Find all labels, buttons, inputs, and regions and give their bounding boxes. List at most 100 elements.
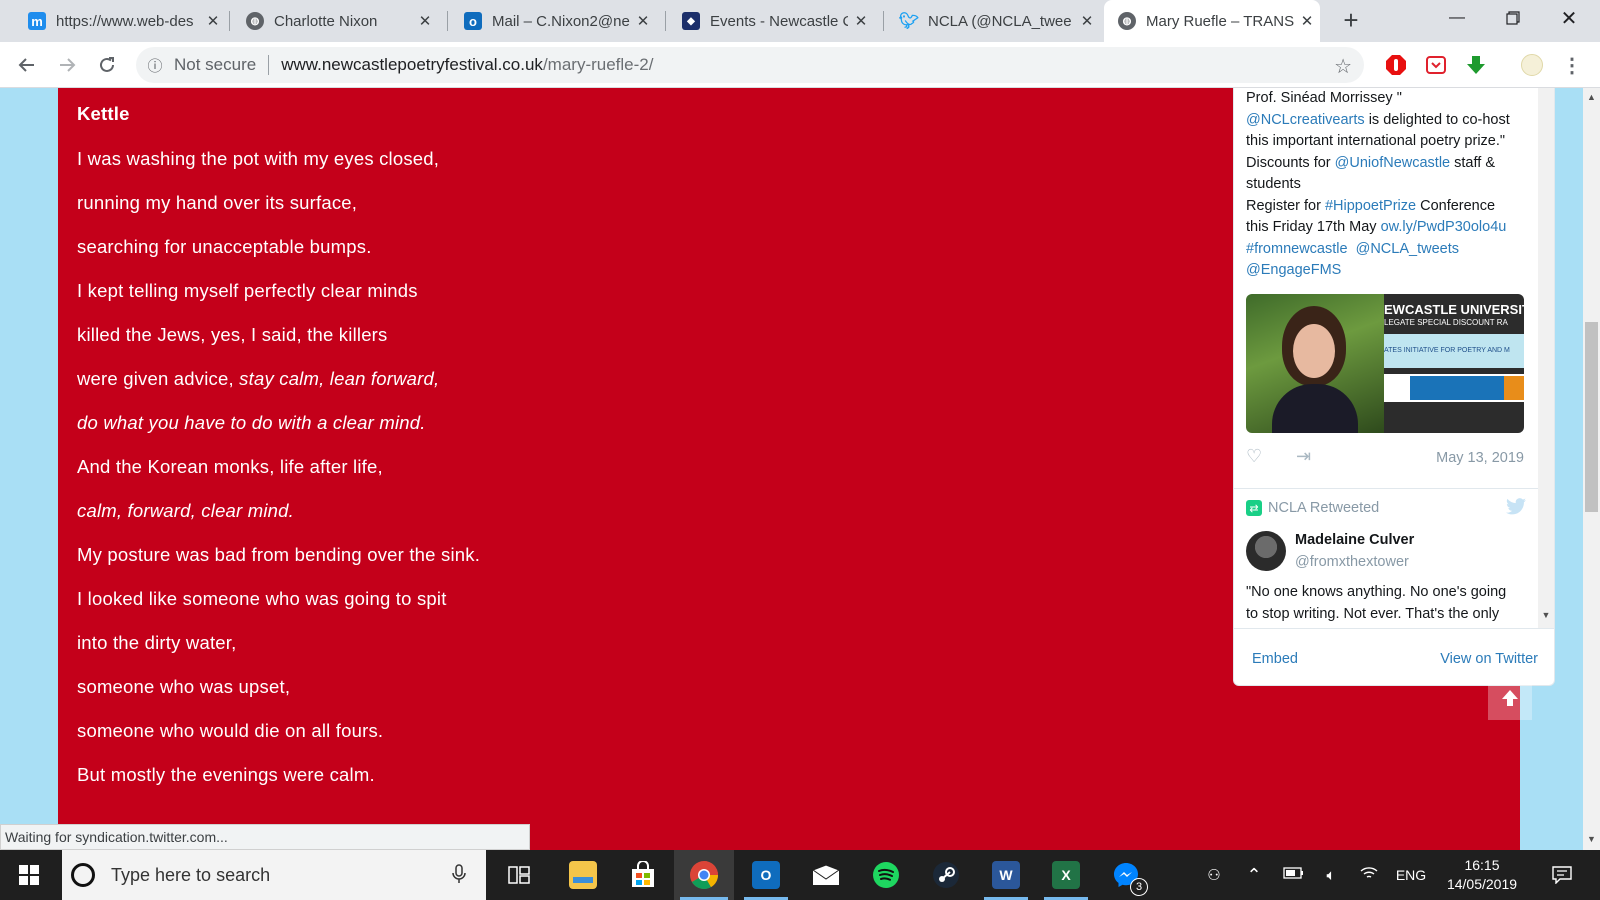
- profile-avatar[interactable]: [1520, 53, 1544, 77]
- close-tab-icon[interactable]: ✕: [200, 12, 226, 30]
- share-icon[interactable]: ⇥: [1296, 446, 1311, 467]
- poem-line: I was washing the pot with my eyes close…: [77, 148, 440, 169]
- poem-line: I kept telling myself perfectly clear mi…: [77, 280, 418, 301]
- tab-title: Mary Ruefle – TRANS: [1146, 12, 1294, 30]
- tab-title: Mail – C.Nixon2@ne: [492, 12, 630, 30]
- new-tab-button[interactable]: +: [1336, 6, 1366, 36]
- tweet-author-name[interactable]: Madelaine Culver: [1295, 532, 1414, 548]
- browser-tab[interactable]: 🐦︎ NCLA (@NCLA_twee ✕: [886, 0, 1100, 42]
- scroll-up-arrow-icon[interactable]: ▲: [1583, 92, 1600, 102]
- poem-title: Kettle: [77, 103, 130, 124]
- browser-tab[interactable]: ◆ Events - Newcastle C ✕: [668, 0, 874, 42]
- embed-link[interactable]: Embed: [1252, 651, 1298, 667]
- tweet-text: Prof. Sinéad Morrissey " @NCLcreativeart…: [1246, 90, 1510, 278]
- taskbar-search-input[interactable]: Type here to search: [62, 850, 486, 900]
- globe-icon: ◍: [246, 12, 264, 30]
- download-extension-icon[interactable]: [1464, 53, 1488, 77]
- url-link[interactable]: ow.ly/PwdP30olo4u: [1381, 219, 1507, 235]
- page-scrollbar[interactable]: ▲ ▼: [1583, 88, 1600, 850]
- reload-button[interactable]: [92, 50, 122, 80]
- close-window-button[interactable]: ✕: [1546, 0, 1592, 36]
- language-indicator[interactable]: ENG: [1388, 867, 1434, 883]
- restore-button[interactable]: [1490, 0, 1536, 36]
- pocket-extension-icon[interactable]: [1424, 53, 1448, 77]
- messenger-taskbar-icon[interactable]: 3: [1098, 850, 1154, 900]
- store-icon[interactable]: [616, 850, 670, 900]
- mention-link[interactable]: @NCLcreativearts: [1246, 112, 1365, 128]
- hashtag-link[interactable]: #fromnewcastle: [1246, 241, 1348, 257]
- browser-tab[interactable]: m https://www.web-des ✕: [14, 0, 226, 42]
- twitter-timeline-scroll[interactable]: Prof. Sinéad Morrissey " @NCLcreativeart…: [1234, 88, 1540, 628]
- tab-title: https://www.web-des: [56, 12, 194, 30]
- spotify-taskbar-icon[interactable]: [858, 850, 914, 900]
- start-button[interactable]: [0, 850, 58, 900]
- view-on-twitter-link[interactable]: View on Twitter: [1440, 651, 1538, 667]
- url-host: www.newcastlepoetryfestival.co.uk: [281, 55, 543, 74]
- adblock-extension-icon[interactable]: [1384, 53, 1408, 77]
- avatar[interactable]: [1246, 531, 1286, 571]
- tweet-author-handle[interactable]: @fromxthextower: [1295, 554, 1409, 570]
- clock-time: 16:15: [1464, 857, 1500, 873]
- browser-tab[interactable]: ◍ Charlotte Nixon ✕: [232, 0, 438, 42]
- action-center-icon[interactable]: [1538, 850, 1586, 900]
- outlook-taskbar-icon[interactable]: O: [738, 850, 794, 900]
- mention-link[interactable]: @EngageFMS: [1246, 262, 1341, 278]
- browser-tab[interactable]: o Mail – C.Nixon2@ne ✕: [450, 0, 656, 42]
- menu-icon[interactable]: ⋮: [1560, 53, 1584, 77]
- page-content: Kettle I was washing the pot with my eye…: [58, 88, 1555, 850]
- poem-line: someone who was upset,: [77, 676, 291, 697]
- url-path: /mary-ruefle-2/: [542, 55, 654, 74]
- tab-title: NCLA (@NCLA_twee: [928, 12, 1072, 30]
- tweet-date[interactable]: May 13, 2019: [1436, 450, 1524, 466]
- close-tab-icon[interactable]: ✕: [1294, 12, 1320, 30]
- cortana-icon[interactable]: [71, 863, 95, 887]
- battery-icon[interactable]: [1276, 866, 1312, 884]
- browser-tab-active[interactable]: ◍ Mary Ruefle – TRANS ✕: [1104, 0, 1320, 42]
- mention-link[interactable]: @NCLA_tweets: [1356, 241, 1459, 257]
- poem-line: searching for unacceptable bumps.: [77, 236, 372, 257]
- file-explorer-icon[interactable]: [556, 850, 610, 900]
- retweet-icon: ⇄: [1246, 500, 1262, 516]
- hashtag-link[interactable]: #HippoetPrize: [1325, 198, 1416, 214]
- close-tab-icon[interactable]: ✕: [1074, 12, 1100, 30]
- outlook-icon: o: [464, 12, 482, 30]
- close-tab-icon[interactable]: ✕: [848, 12, 874, 30]
- poem-line: But mostly the evenings were calm.: [77, 764, 375, 785]
- wifi-icon[interactable]: [1350, 866, 1388, 884]
- scrollbar-thumb[interactable]: [1585, 322, 1598, 512]
- twitter-bird-icon[interactable]: [1506, 498, 1526, 520]
- mail-taskbar-icon[interactable]: [798, 850, 854, 900]
- scroll-to-top-button[interactable]: [1488, 676, 1532, 720]
- close-tab-icon[interactable]: ✕: [630, 12, 656, 30]
- steam-taskbar-icon[interactable]: [918, 850, 974, 900]
- status-bubble: Waiting for syndication.twitter.com...: [0, 824, 530, 850]
- chevron-up-icon[interactable]: ⌃: [1232, 865, 1276, 886]
- back-button[interactable]: [12, 50, 42, 80]
- poem-line: calm, forward, clear mind.: [77, 500, 294, 521]
- task-view-icon[interactable]: [494, 850, 544, 900]
- mention-link[interactable]: @UniofNewcastle: [1335, 155, 1450, 171]
- search-placeholder: Type here to search: [111, 864, 271, 885]
- clock-date: 14/05/2019: [1446, 876, 1518, 892]
- tweet-media[interactable]: EWCASTLE UNIVERSIT LEGATE SPECIAL DISCOU…: [1246, 294, 1524, 433]
- poem-line: killed the Jews, yes, I said, the killer…: [77, 324, 388, 345]
- info-icon[interactable]: ⓘ: [136, 55, 174, 76]
- clock[interactable]: 16:15 14/05/2019: [1440, 856, 1524, 894]
- twitter-icon: 🐦︎: [898, 13, 920, 30]
- people-icon[interactable]: ⚇: [1196, 866, 1232, 884]
- scroll-down-arrow-icon[interactable]: ▼: [1583, 834, 1600, 844]
- widget-scrollbar[interactable]: ▼: [1538, 88, 1554, 628]
- forward-button[interactable]: [52, 50, 82, 80]
- address-bar[interactable]: ⓘ Not secure www.newcastlepoetryfestival…: [136, 47, 1364, 83]
- poem-line: into the dirty water,: [77, 632, 237, 653]
- close-tab-icon[interactable]: ✕: [412, 12, 438, 30]
- chrome-taskbar-icon[interactable]: [674, 850, 734, 900]
- minimize-button[interactable]: —: [1434, 0, 1480, 36]
- volume-icon[interactable]: 🔈︎: [1312, 867, 1350, 884]
- bookmark-star-icon[interactable]: ☆: [1334, 54, 1352, 79]
- microphone-icon[interactable]: [452, 864, 466, 889]
- excel-taskbar-icon[interactable]: X: [1038, 850, 1094, 900]
- like-heart-icon[interactable]: ♡: [1246, 446, 1262, 467]
- word-taskbar-icon[interactable]: W: [978, 850, 1034, 900]
- scroll-down-arrow-icon[interactable]: ▼: [1538, 610, 1554, 620]
